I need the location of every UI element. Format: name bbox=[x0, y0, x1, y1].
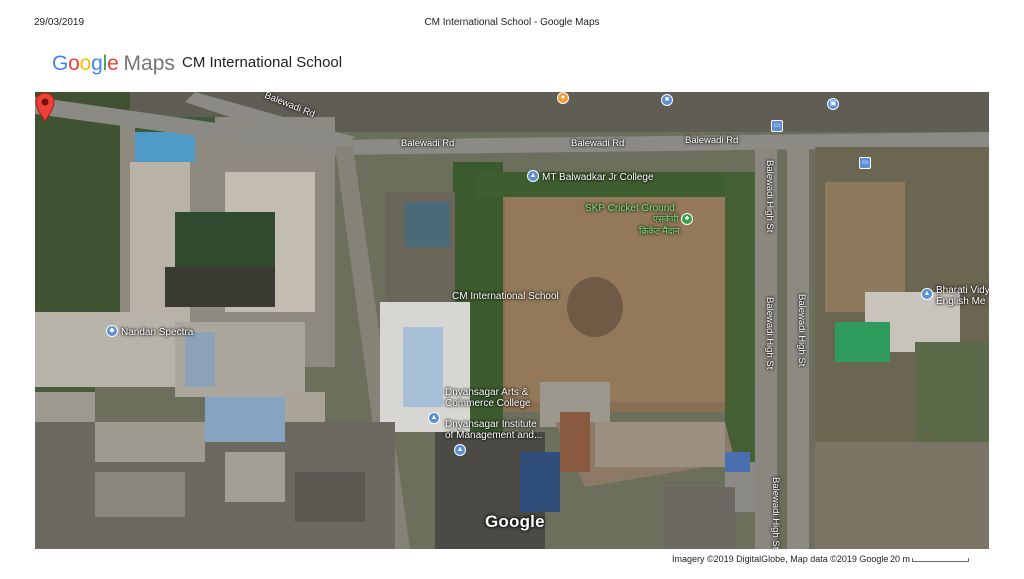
poi-bharati-vidyapeeth-line2: English Me bbox=[936, 296, 986, 307]
google-wordmark: Google bbox=[52, 52, 119, 76]
satellite-map[interactable]: Balewadi Rd Balewadi Rd Balewadi Rd Bale… bbox=[35, 92, 989, 549]
satellite-imagery bbox=[35, 92, 989, 549]
poi-nandan-spectra[interactable]: Nandan Spectra bbox=[121, 327, 193, 338]
poi-skp-cricket-ground-local: एसकेपी bbox=[653, 214, 679, 224]
road-label-balewadi-rd: Balewadi Rd bbox=[401, 138, 455, 149]
poi-skp-cricket-ground[interactable]: SKP Cricket Ground bbox=[585, 203, 675, 214]
poi-dnyansagar-arts-college[interactable]: Dnyansagar Arts & bbox=[445, 387, 528, 398]
scale-label: 20 m bbox=[890, 554, 911, 564]
logo-letter: g bbox=[91, 52, 103, 75]
print-header: 29/03/2019 CM International School - Goo… bbox=[0, 0, 1024, 40]
college-icon[interactable]: ▲ bbox=[428, 412, 440, 424]
road-label-balewadi-high-st: Balewadi High St bbox=[764, 160, 775, 233]
logo-letter: G bbox=[52, 52, 69, 75]
poi-skp-cricket-ground-local: क्रिकेट मैदान bbox=[639, 226, 680, 236]
google-maps-logo[interactable]: Google Maps bbox=[52, 49, 175, 79]
poi-dnyansagar-institute-line2: of Management and... bbox=[445, 430, 543, 441]
poi-cm-international-school[interactable]: CM International School bbox=[452, 291, 559, 302]
road-label-balewadi-rd: Balewadi Rd bbox=[571, 138, 625, 149]
scale-bar bbox=[912, 558, 969, 562]
bus-stop-icon[interactable]: ▭ bbox=[859, 157, 871, 169]
attribution-text: Imagery ©2019 DigitalGlobe, Map data ©20… bbox=[672, 554, 889, 564]
road-label-balewadi-high-st: Balewadi High St bbox=[764, 297, 775, 370]
food-icon[interactable]: ● bbox=[557, 92, 569, 104]
poi-mt-balwadkar-jr-college[interactable]: MT Balwadkar Jr College bbox=[542, 172, 654, 183]
bank-icon[interactable]: ▣ bbox=[827, 98, 839, 110]
college-icon[interactable]: ▲ bbox=[527, 170, 539, 182]
map-footer: Imagery ©2019 DigitalGlobe, Map data ©20… bbox=[0, 552, 1024, 572]
logo-letter: o bbox=[68, 52, 80, 75]
shop-icon[interactable]: ■ bbox=[661, 94, 673, 106]
location-pin-icon[interactable] bbox=[35, 92, 55, 122]
page-title: CM International School bbox=[182, 54, 343, 71]
college-icon[interactable]: ▲ bbox=[454, 444, 466, 456]
road-label-balewadi-high-st: Balewadi High St bbox=[796, 294, 807, 367]
logo-letter: e bbox=[107, 52, 119, 75]
road-label-balewadi-high-st: Balewadi High St bbox=[770, 477, 781, 549]
college-icon[interactable]: ▲ bbox=[921, 288, 933, 300]
bus-stop-icon[interactable]: ▭ bbox=[771, 120, 783, 132]
building-icon[interactable]: ◆ bbox=[106, 325, 118, 337]
poi-bharati-vidyapeeth[interactable]: Bharati Vidy bbox=[936, 285, 989, 296]
poi-dnyansagar-institute[interactable]: Dnyansagar Institute bbox=[445, 419, 537, 430]
road-label-balewadi-rd: Balewadi Rd bbox=[685, 135, 739, 146]
park-icon[interactable]: ♣ bbox=[681, 213, 693, 225]
maps-wordmark: Maps bbox=[123, 52, 175, 75]
print-title: CM International School - Google Maps bbox=[424, 17, 600, 28]
logo-letter: o bbox=[79, 52, 92, 75]
google-watermark: Google bbox=[485, 512, 545, 531]
poi-dnyansagar-arts-college-line2: Commerce College bbox=[445, 398, 531, 409]
